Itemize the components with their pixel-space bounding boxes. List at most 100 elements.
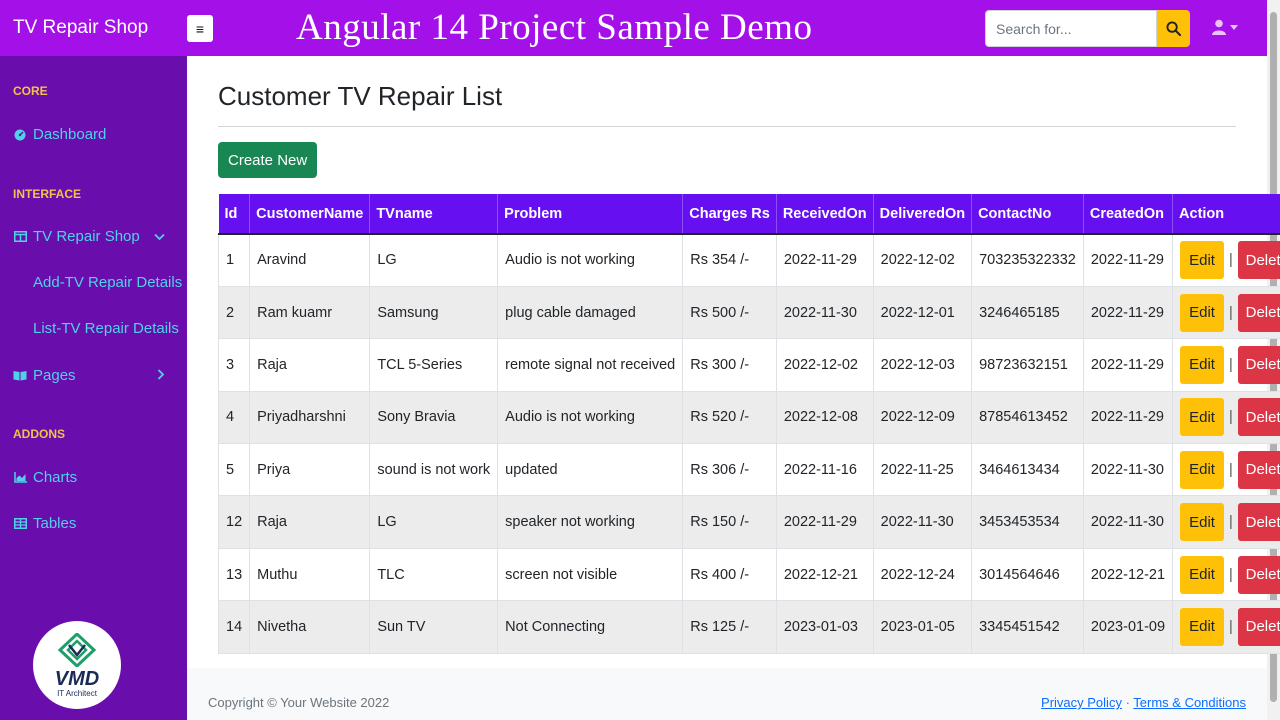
table-icon xyxy=(13,518,27,529)
cell-customer-name: Aravind xyxy=(249,234,371,287)
cell-tv-name: LG xyxy=(369,495,499,549)
cell-problem: speaker not working xyxy=(497,495,684,549)
sidebar-item-label: Dashboard xyxy=(33,126,107,143)
cell-id: 3 xyxy=(217,338,251,392)
cell-contact-no: 98723632151 xyxy=(971,338,1084,392)
title-divider xyxy=(218,126,1236,127)
cell-customer-name: Raja xyxy=(249,495,371,549)
search-input[interactable] xyxy=(985,10,1157,47)
col-header: ReceivedOn xyxy=(776,194,874,235)
cell-contact-no: 3464613434 xyxy=(971,443,1084,497)
copyright-text: Copyright © Your Website 2022 xyxy=(208,695,390,710)
cell-tv-name: Sony Bravia xyxy=(369,391,499,445)
user-dropdown[interactable] xyxy=(1212,19,1238,35)
cell-charges: Rs 300 /- xyxy=(682,338,777,392)
cell-received-on: 2022-12-21 xyxy=(776,548,874,602)
cell-contact-no: 3453453534 xyxy=(971,495,1084,549)
edit-button[interactable]: Edit xyxy=(1180,293,1225,332)
cell-problem: Not Connecting xyxy=(497,600,684,654)
edit-button[interactable]: Edit xyxy=(1180,503,1225,542)
cell-tv-name: Sun TV xyxy=(369,600,499,654)
create-new-button[interactable]: Create New xyxy=(218,142,318,178)
cell-action: Edit|Delete xyxy=(1172,548,1280,602)
delete-button[interactable]: Delete xyxy=(1237,398,1280,437)
cell-received-on: 2022-11-29 xyxy=(776,495,874,549)
sidebar-item-pages[interactable]: Pages xyxy=(13,367,177,384)
top-navbar: TV Repair Shop ≡ Angular 14 Project Samp… xyxy=(0,0,1267,56)
col-header: CustomerName xyxy=(249,194,371,235)
delete-button[interactable]: Delete xyxy=(1237,555,1280,594)
cell-problem: Audio is not working xyxy=(497,391,684,445)
action-separator: | xyxy=(1229,356,1233,373)
cell-delivered-on: 2022-12-24 xyxy=(873,548,973,602)
cell-tv-name: TLC xyxy=(369,548,499,602)
sidebar-item-tables[interactable]: Tables xyxy=(13,515,76,532)
cell-created-on: 2022-11-29 xyxy=(1083,234,1174,287)
sidebar-subitem-list-tv-repair[interactable]: List-TV Repair Details xyxy=(33,320,179,337)
cell-action: Edit|Delete xyxy=(1172,443,1280,497)
edit-button[interactable]: Edit xyxy=(1180,241,1225,280)
delete-button[interactable]: Delete xyxy=(1237,293,1280,332)
cell-problem: updated xyxy=(497,443,684,497)
cell-id: 13 xyxy=(217,548,251,602)
cell-contact-no: 3014564646 xyxy=(971,548,1084,602)
cell-created-on: 2022-11-29 xyxy=(1083,286,1174,340)
sidebar-subitem-add-tv-repair[interactable]: Add-TV Repair Details xyxy=(33,274,182,291)
delete-button[interactable]: Delete xyxy=(1237,241,1280,280)
delete-button[interactable]: Delete xyxy=(1237,450,1280,489)
logo-text: VMD xyxy=(54,667,100,690)
cell-charges: Rs 150 /- xyxy=(682,495,777,549)
privacy-policy-link[interactable]: Privacy Policy xyxy=(1041,695,1122,710)
sidebar: CORE Dashboard INTERFACE TV Repair Shop … xyxy=(0,56,187,720)
terms-link[interactable]: Terms & Conditions xyxy=(1133,695,1246,710)
cell-contact-no: 87854613452 xyxy=(971,391,1084,445)
cell-created-on: 2022-11-29 xyxy=(1083,391,1174,445)
brand-link[interactable]: TV Repair Shop xyxy=(0,17,187,39)
cell-received-on: 2022-11-30 xyxy=(776,286,874,340)
action-group: Edit|Delete xyxy=(1180,607,1280,646)
cell-charges: Rs 354 /- xyxy=(682,234,777,287)
cell-charges: Rs 500 /- xyxy=(682,286,777,340)
cell-created-on: 2022-11-30 xyxy=(1083,443,1174,497)
cell-received-on: 2022-11-29 xyxy=(776,234,874,287)
caret-down-icon xyxy=(1230,24,1238,30)
search-icon xyxy=(1166,21,1181,36)
action-group: Edit|Delete xyxy=(1180,241,1280,280)
search-form xyxy=(985,10,1190,47)
search-button[interactable] xyxy=(1157,10,1190,47)
action-separator: | xyxy=(1229,566,1233,583)
cell-customer-name: Priya xyxy=(249,443,371,497)
delete-button[interactable]: Delete xyxy=(1237,503,1280,542)
edit-button[interactable]: Edit xyxy=(1180,607,1225,646)
action-group: Edit|Delete xyxy=(1180,555,1280,594)
table-row: 1 Aravind LG Audio is not working Rs 354 /- 2… xyxy=(217,234,1280,287)
delete-button[interactable]: Delete xyxy=(1237,345,1280,384)
cell-action: Edit|Delete xyxy=(1172,338,1280,392)
table-row: 4 Priyadharshni Sony Bravia Audio is not wo… xyxy=(217,391,1280,445)
edit-button[interactable]: Edit xyxy=(1180,398,1225,437)
action-group: Edit|Delete xyxy=(1180,398,1280,437)
sidebar-item-charts[interactable]: Charts xyxy=(13,469,77,486)
cell-problem: plug cable damaged xyxy=(497,286,684,340)
sidebar-item-dashboard[interactable]: Dashboard xyxy=(13,126,106,143)
cell-tv-name: sound is not work xyxy=(369,443,499,497)
sidebar-toggle-button[interactable]: ≡ xyxy=(187,15,213,42)
edit-button[interactable]: Edit xyxy=(1180,450,1225,489)
footer-dot: · xyxy=(1121,695,1134,710)
table-row: 13 Muthu TLC screen not visible Rs 400 /- 202… xyxy=(217,548,1280,602)
edit-button[interactable]: Edit xyxy=(1180,345,1225,384)
delete-button[interactable]: Delete xyxy=(1237,607,1280,646)
action-separator: | xyxy=(1229,461,1233,478)
cell-customer-name: Raja xyxy=(249,338,371,392)
cell-charges: Rs 306 /- xyxy=(682,443,777,497)
cell-delivered-on: 2022-11-30 xyxy=(873,495,973,549)
cell-id: 12 xyxy=(217,495,251,549)
sidebar-item-tv-repair-shop[interactable]: TV Repair Shop xyxy=(13,228,177,245)
action-separator: | xyxy=(1229,304,1233,321)
cell-action: Edit|Delete xyxy=(1172,495,1280,549)
edit-button[interactable]: Edit xyxy=(1180,555,1225,594)
sidebar-heading-addons: ADDONS xyxy=(13,427,66,441)
cell-contact-no: 3345451542 xyxy=(971,600,1084,654)
cell-delivered-on: 2022-12-09 xyxy=(873,391,973,445)
main-content: Customer TV Repair List Create New Id Cu… xyxy=(187,56,1280,668)
